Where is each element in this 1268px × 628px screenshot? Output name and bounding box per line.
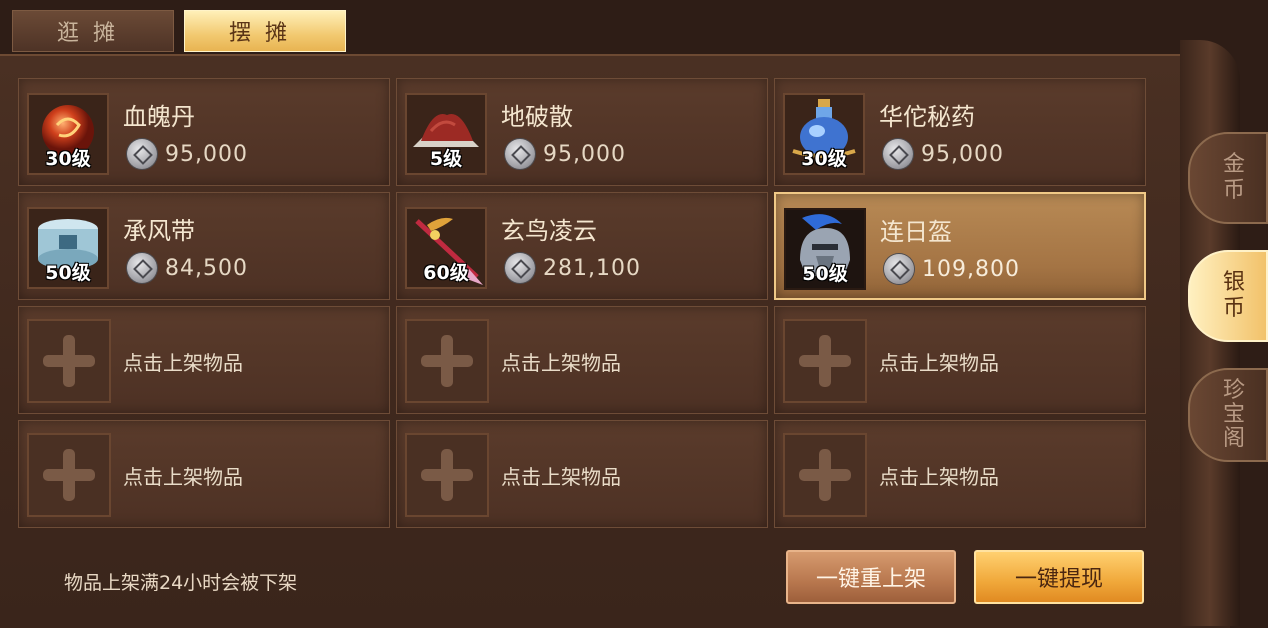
price-value: 95,000 [921,141,1004,167]
empty-slot-label: 点击上架物品 [879,351,999,375]
empty-slot[interactable]: 点击上架物品 [396,420,768,528]
plus-icon [783,433,867,517]
plus-icon [783,319,867,403]
silver-coin-icon [884,254,914,284]
item-name: 华佗秘药 [879,103,975,131]
silver-coin-icon [127,253,157,283]
stall-slot-selected[interactable]: 50级 连日盔 109,800 [774,192,1146,300]
item-name: 玄鸟凌云 [501,217,597,245]
stall-slot[interactable]: 30级 血魄丹 95,000 [18,78,390,186]
tab-browse[interactable]: 逛摊 [12,10,174,52]
item-price: 281,100 [505,253,641,283]
relist-all-button[interactable]: 一键重上架 [786,550,956,604]
empty-slot[interactable]: 点击上架物品 [396,306,768,414]
price-value: 95,000 [165,141,248,167]
plus-icon [405,319,489,403]
price-value: 95,000 [543,141,626,167]
item-name: 连日盔 [880,218,952,246]
side-tab-silver-label: 银币 [1223,270,1246,321]
silver-coin-icon [127,139,157,169]
stall-slot[interactable]: 30级 华佗秘药 95,000 [774,78,1146,186]
item-icon-frame: 5级 [405,93,487,175]
empty-slot-label: 点击上架物品 [123,465,243,489]
item-price: 95,000 [505,139,626,169]
tab-stall[interactable]: 摆摊 [184,10,346,52]
item-level: 30级 [45,148,91,170]
item-icon-frame: 30级 [783,93,865,175]
side-tab-gold[interactable]: 金币 [1188,132,1268,224]
silver-coin-icon [505,139,535,169]
price-value: 109,800 [922,256,1020,282]
item-name: 地破散 [501,103,573,131]
item-name: 承风带 [123,217,195,245]
side-tab-treasure[interactable]: 珍宝阁 [1188,368,1268,462]
empty-slot-label: 点击上架物品 [501,351,621,375]
item-level: 50级 [45,262,91,284]
item-icon-frame: 50级 [784,208,866,290]
item-price: 84,500 [127,253,248,283]
stall-slot[interactable]: 50级 承风带 84,500 [18,192,390,300]
empty-slot-label: 点击上架物品 [879,465,999,489]
side-tab-silver[interactable]: 银币 [1188,250,1268,342]
silver-coin-icon [505,253,535,283]
item-icon-frame: 60级 [405,207,487,289]
item-icon-frame: 50级 [27,207,109,289]
item-price: 109,800 [884,254,1020,284]
item-icon-frame: 30级 [27,93,109,175]
item-price: 95,000 [127,139,248,169]
plus-icon [27,319,111,403]
item-level: 30级 [801,148,847,170]
price-value: 281,100 [543,255,641,281]
stall-slot[interactable]: 5级 地破散 95,000 [396,78,768,186]
withdraw-all-button[interactable]: 一键提现 [974,550,1144,604]
listing-note: 物品上架满24小时会被下架 [64,572,298,594]
item-level: 5级 [429,148,463,170]
empty-slot[interactable]: 点击上架物品 [18,420,390,528]
item-name: 血魄丹 [123,103,195,131]
price-value: 84,500 [165,255,248,281]
empty-slot-label: 点击上架物品 [501,465,621,489]
item-level: 50级 [802,263,848,285]
empty-slot[interactable]: 点击上架物品 [774,420,1146,528]
item-level: 60级 [423,262,469,284]
plus-icon [405,433,489,517]
side-tab-treasure-label: 珍宝阁 [1223,378,1246,451]
silver-coin-icon [883,139,913,169]
empty-slot[interactable]: 点击上架物品 [18,306,390,414]
stall-grid: 30级 血魄丹 95,000 5级 地破散 95,000 30级 华佗秘药 95… [18,78,1148,530]
stall-slot[interactable]: 60级 玄鸟凌云 281,100 [396,192,768,300]
empty-slot[interactable]: 点击上架物品 [774,306,1146,414]
side-tab-gold-label: 金币 [1223,152,1246,203]
item-price: 95,000 [883,139,1004,169]
plus-icon [27,433,111,517]
empty-slot-label: 点击上架物品 [123,351,243,375]
